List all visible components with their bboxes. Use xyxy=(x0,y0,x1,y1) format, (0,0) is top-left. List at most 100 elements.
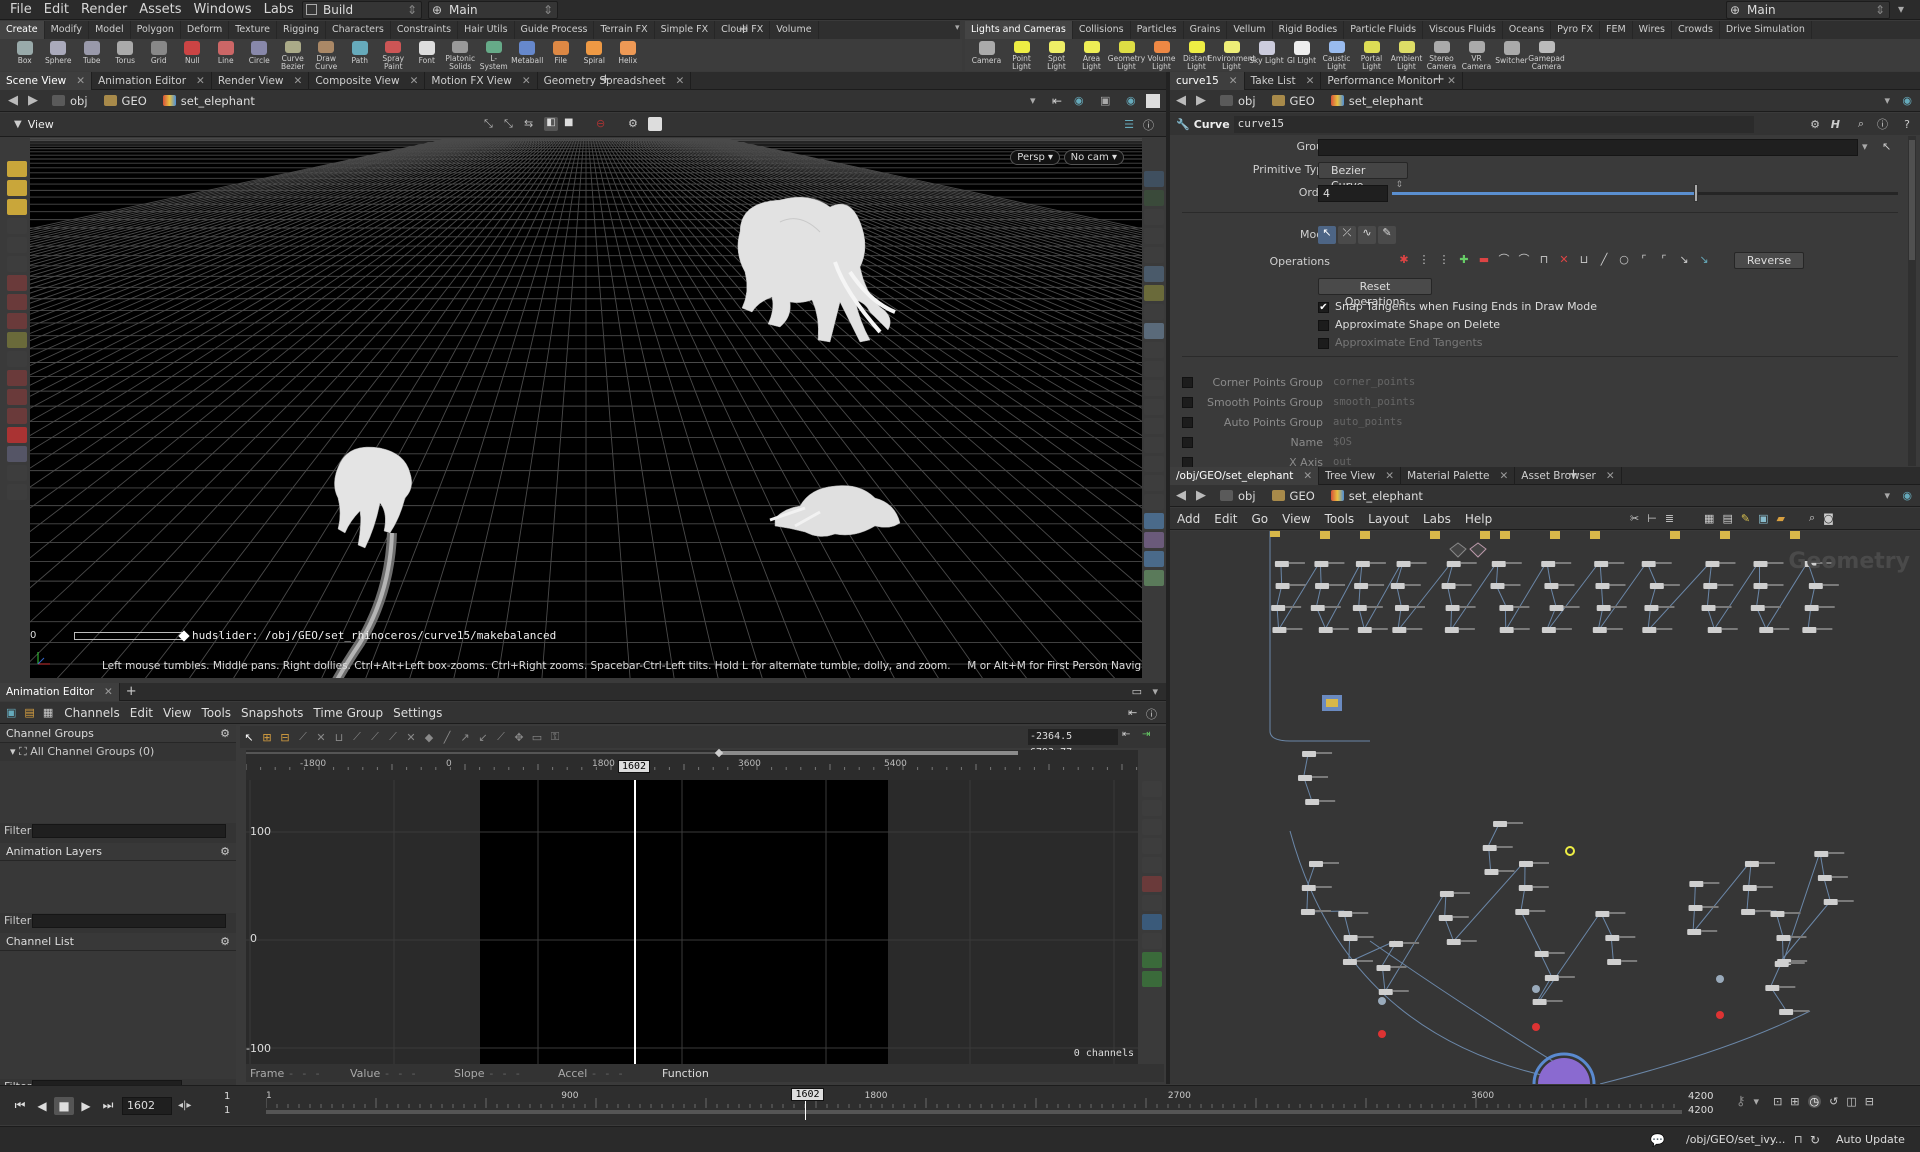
operation-4-icon[interactable]: ✚ xyxy=(1456,252,1472,268)
gear-icon[interactable]: ⚙ xyxy=(1810,118,1820,131)
net-path-dropdown-icon[interactable]: ▾ xyxy=(1884,489,1890,502)
graph-fit-y-icon[interactable] xyxy=(1142,800,1162,816)
net-camera-icon[interactable]: ◙ xyxy=(1823,512,1834,525)
operation-14-icon[interactable]: ⌜ xyxy=(1656,252,1672,268)
shelf-tool-box[interactable]: Box xyxy=(8,39,42,71)
current-frame-line[interactable] xyxy=(634,780,636,1064)
param-search-icon[interactable]: ⌕ xyxy=(1858,117,1864,131)
tab-tree-view[interactable]: Tree View ✕ xyxy=(1319,466,1402,485)
anim-layout-icon[interactable]: ▭ xyxy=(1132,685,1142,698)
secure-selection-icon[interactable]: ⊖ xyxy=(596,117,610,131)
net-menu-labs[interactable]: Labs xyxy=(1416,512,1458,526)
shelf-tab-wires[interactable]: Wires xyxy=(1633,21,1672,39)
ghost-icon[interactable] xyxy=(1144,342,1164,358)
anim-menu-channels[interactable]: Channels xyxy=(59,706,125,720)
close-tab-icon[interactable]: ✕ xyxy=(1229,72,1238,90)
tab-render-view[interactable]: Render View ✕ xyxy=(212,71,310,90)
graph-key-icon[interactable] xyxy=(1142,952,1162,968)
group-value-field[interactable]: $OS xyxy=(1333,436,1352,448)
h-icon[interactable]: H xyxy=(1831,118,1840,131)
anim-menu-edit[interactable]: Edit xyxy=(125,706,158,720)
shelf-tool-platonic-solids[interactable]: Platonic Solids xyxy=(444,39,478,71)
shelf-tab-viscous-fluids[interactable]: Viscous Fluids xyxy=(1423,21,1503,39)
template-icon[interactable] xyxy=(1144,361,1164,377)
points-icon[interactable] xyxy=(1144,380,1164,396)
shelf-tool-camera[interactable]: Camera xyxy=(969,39,1004,71)
graph-ghost-icon[interactable] xyxy=(1142,895,1162,911)
select-mode-icon[interactable]: ⤡ xyxy=(484,117,498,131)
shelf-tab-modify[interactable]: Modify xyxy=(45,21,90,39)
graph-curve-icon[interactable] xyxy=(1142,876,1162,892)
menu-file[interactable]: File xyxy=(4,0,38,20)
network-add-tab-icon[interactable]: + xyxy=(1568,467,1579,482)
order-field[interactable]: 4 xyxy=(1318,185,1388,202)
shelf-tab-texture[interactable]: Texture xyxy=(229,21,278,39)
all-channel-groups[interactable]: ▾ ⛶ All Channel Groups (0) xyxy=(0,743,236,761)
net-menu-help[interactable]: Help xyxy=(1458,512,1499,526)
shelf-tool-draw-curve[interactable]: Draw Curve xyxy=(310,39,344,71)
shelf-tool-ambient-light[interactable]: Ambient Light xyxy=(1389,39,1424,71)
node-graph[interactable] xyxy=(1170,531,1920,1084)
group-field[interactable] xyxy=(1318,139,1858,156)
tab-motion-fx-view[interactable]: Motion FX View ✕ xyxy=(425,71,538,90)
graph-tool-9-icon[interactable]: ⟋ xyxy=(384,730,402,744)
net-search-icon[interactable]: ⌕ xyxy=(1809,511,1815,525)
sync-icon[interactable]: ◉ xyxy=(1126,94,1136,107)
select-tool-icon[interactable] xyxy=(7,161,27,177)
shelf-tool-area-light[interactable]: Area Light xyxy=(1074,39,1109,71)
close-tab-icon[interactable]: ✕ xyxy=(1606,467,1615,485)
menu-render[interactable]: Render xyxy=(75,0,133,20)
timeline-frame-badge[interactable]: 1602 xyxy=(791,1088,824,1101)
play-reverse-icon[interactable]: ◀ xyxy=(32,1097,52,1115)
graph-tool-1-icon[interactable]: ↖ xyxy=(240,731,258,744)
pin-icon[interactable]: ⇤ xyxy=(1052,94,1062,108)
tab-scene-view[interactable]: Scene View ✕ xyxy=(0,71,93,90)
mode-edit-icon[interactable]: ⤫ xyxy=(1338,226,1356,244)
brush-tool-icon[interactable] xyxy=(7,294,27,310)
normals-icon[interactable] xyxy=(1144,399,1164,415)
shelf-tool-stereo-camera[interactable]: Stereo Camera xyxy=(1424,39,1459,71)
close-tab-icon[interactable]: ✕ xyxy=(1306,72,1315,90)
pen-icon[interactable] xyxy=(1144,418,1164,434)
shelf-tab-model[interactable]: Model xyxy=(89,21,131,39)
numbers-icon[interactable] xyxy=(1144,437,1164,453)
display-options-icon[interactable]: ☰ xyxy=(1124,118,1134,131)
tab-obj-geo-set-elephant[interactable]: /obj/GEO/set_elephant ✕ xyxy=(1170,466,1320,485)
play-icon[interactable]: ▶ xyxy=(76,1097,96,1115)
net-box-icon[interactable]: ▰ xyxy=(1776,512,1784,525)
net-crumb-obj[interactable]: obj xyxy=(1212,485,1264,507)
group-select-arrow-icon[interactable]: ↖ xyxy=(1882,140,1891,153)
shelf-tab-characters[interactable]: Characters xyxy=(326,21,391,39)
shelf-tool-font[interactable]: Font xyxy=(410,39,444,71)
close-tab-icon[interactable]: ✕ xyxy=(1303,467,1312,485)
graph-frame-icon[interactable]: ⇤ xyxy=(1122,729,1130,740)
shelf-tool-tube[interactable]: Tube xyxy=(75,39,109,71)
shelf-tab-constraints[interactable]: Constraints xyxy=(391,21,459,39)
snapping-icon[interactable]: ⚙ xyxy=(628,117,642,131)
shelf-tool-line[interactable]: Line xyxy=(209,39,243,71)
param-crumb-geo[interactable]: GEO xyxy=(1264,90,1323,112)
grid-snap-icon[interactable] xyxy=(648,117,662,131)
shelf-tool-metaball[interactable]: Metaball xyxy=(511,39,545,71)
camera-menu[interactable]: No cam ▾ xyxy=(1063,150,1124,165)
shelf-tab-particle-fluids[interactable]: Particle Fluids xyxy=(1344,21,1424,39)
guides-icon[interactable] xyxy=(1144,456,1164,472)
select-points-icon[interactable]: ⤡ xyxy=(504,117,518,131)
corner-icon[interactable] xyxy=(1144,494,1164,510)
shelf-tab-crowds[interactable]: Crowds xyxy=(1672,21,1720,39)
anim-menu-snapshots[interactable]: Snapshots xyxy=(236,706,308,720)
shelf-tool-spiral[interactable]: Spiral xyxy=(578,39,612,71)
checkbox[interactable]: ✔ xyxy=(1318,301,1329,313)
graph-ruler[interactable]: -1800 0 1800 3600 5400 xyxy=(246,748,1138,780)
anim-menu-view[interactable]: View xyxy=(158,706,196,720)
shelf-tool-geometry-light[interactable]: Geometry Light xyxy=(1108,39,1145,71)
viewer-menu-icon[interactable]: ▼ xyxy=(0,119,28,130)
mode-sculpt-icon[interactable]: ✎ xyxy=(1378,226,1396,244)
timeline[interactable]: 1 900 1800 2700 3600 1602 xyxy=(265,1088,1682,1120)
lying-elephant-model[interactable] xyxy=(765,468,915,548)
anim-menu-icon[interactable]: ▾ xyxy=(1152,685,1158,698)
graph-pick-icon[interactable] xyxy=(1142,933,1162,949)
anim-menu-settings[interactable]: Settings xyxy=(388,706,447,720)
render-region-icon[interactable] xyxy=(7,351,27,367)
add-shelf-icon[interactable]: + xyxy=(738,22,749,37)
